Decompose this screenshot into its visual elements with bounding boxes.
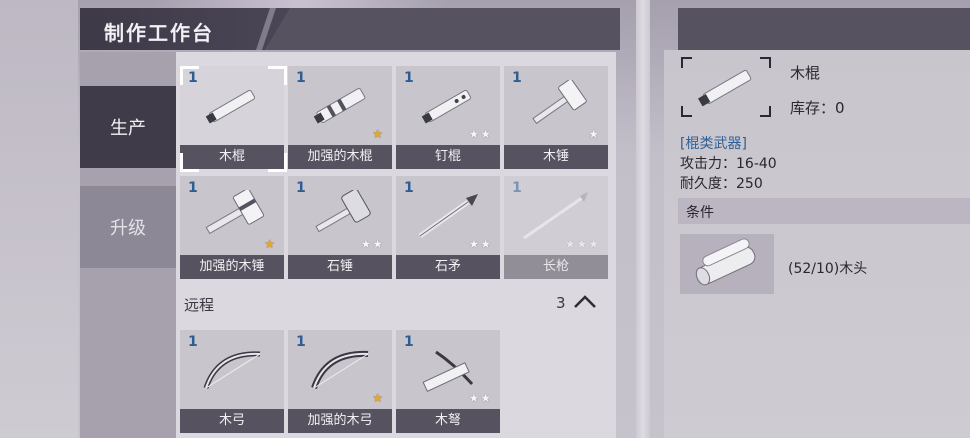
detail-item-frame xyxy=(681,57,771,117)
wood-log-icon xyxy=(695,238,756,286)
item-count: 1 xyxy=(404,334,414,350)
item-cell-reinforced-stick[interactable]: 1 ★ 加强的木棍 xyxy=(288,66,392,169)
condition-item-text: (52/10)木头 xyxy=(788,261,868,277)
ranged-section-header[interactable] xyxy=(176,288,616,318)
item-stars: ★ xyxy=(372,391,384,405)
item-stars: ★★★ xyxy=(564,237,600,251)
item-cell-wooden-crossbow[interactable]: 1 ★★ 木弩 xyxy=(396,330,500,433)
condition-label: 条件 xyxy=(686,205,714,221)
item-name: 木弩 xyxy=(396,409,500,433)
condition-header xyxy=(678,198,970,224)
item-stars: ★ xyxy=(264,237,276,251)
item-count: 1 xyxy=(404,180,414,196)
stone-spear-icon xyxy=(418,194,478,239)
item-name: 长枪 xyxy=(504,255,608,279)
item-stars: ★ xyxy=(372,127,384,141)
item-name: 加强的木锤 xyxy=(180,255,284,279)
section-count: 3 xyxy=(556,294,566,312)
stone-hammer-icon xyxy=(315,190,371,233)
item-stars: ★★ xyxy=(468,237,492,251)
item-cell-stone-spear[interactable]: 1 ★★ 石矛 xyxy=(396,176,500,279)
reinforced-stick-icon xyxy=(313,88,366,124)
item-cell-spiked-club[interactable]: 1 ★★ 钉棍 xyxy=(396,66,500,169)
item-name: 钉棍 xyxy=(396,145,500,169)
item-count: 1 xyxy=(188,334,198,350)
reinforced-bow-icon xyxy=(311,350,369,390)
item-count: 1 xyxy=(296,334,306,350)
item-stars: ★★ xyxy=(360,237,384,251)
spiked-club-icon xyxy=(421,89,472,124)
item-stars: ★★ xyxy=(468,127,492,141)
chevron-up-icon[interactable] xyxy=(572,292,598,312)
wooden-bow-icon xyxy=(203,351,261,389)
detail-attack: 攻击力：16-40 xyxy=(680,156,777,172)
item-name: 木弓 xyxy=(180,409,284,433)
selection-corner-br xyxy=(268,153,287,172)
wooden-stick-icon xyxy=(205,89,256,124)
item-count: 1 xyxy=(296,180,306,196)
tab-production[interactable]: 生产 xyxy=(80,86,176,168)
item-count: 1 xyxy=(512,180,522,196)
detail-category: [棍类武器] xyxy=(680,136,747,152)
detail-header xyxy=(678,8,970,50)
detail-item-name: 木棍 xyxy=(790,64,821,82)
condition-item-slot xyxy=(680,234,774,294)
item-cell-long-spear[interactable]: 1 ★★★ 长枪 xyxy=(504,176,608,279)
item-cell-reinforced-bow[interactable]: 1 ★ 加强的木弓 xyxy=(288,330,392,433)
item-count: 1 xyxy=(512,70,522,86)
item-name: 加强的木弓 xyxy=(288,409,392,433)
item-name: 石锤 xyxy=(288,255,392,279)
selection-corner-tl xyxy=(180,66,199,85)
selection-corner-tr xyxy=(268,66,287,85)
detail-durability: 耐久度：250 xyxy=(680,176,763,192)
item-name: 加强的木棍 xyxy=(288,145,392,169)
item-name: 石矛 xyxy=(396,255,500,279)
long-spear-icon xyxy=(523,192,588,240)
item-stars: ★ xyxy=(588,127,600,141)
wooden-crossbow-icon xyxy=(422,350,474,392)
item-stars: ★★ xyxy=(468,391,492,405)
panel-separator xyxy=(636,0,650,438)
section-label: 远程 xyxy=(184,296,215,314)
item-cell-stone-hammer[interactable]: 1 ★★ 石锤 xyxy=(288,176,392,279)
reinforced-hammer-icon xyxy=(205,190,265,235)
workbench-title: 制作工作台 xyxy=(104,21,214,45)
selection-corner-bl xyxy=(180,153,199,172)
detail-stock: 库存：0 xyxy=(790,99,845,117)
item-cell-wooden-bow[interactable]: 1 木弓 xyxy=(180,330,284,433)
item-name: 木锤 xyxy=(504,145,608,169)
tab-upgrade[interactable]: 升级 xyxy=(80,186,176,268)
wooden-hammer-icon xyxy=(532,80,587,125)
item-count: 1 xyxy=(296,70,306,86)
item-cell-reinforced-hammer[interactable]: 1 ★ 加强的木锤 xyxy=(180,176,284,279)
background-left-strip xyxy=(0,0,78,438)
item-cell-wooden-hammer[interactable]: 1 ★ 木锤 xyxy=(504,66,608,169)
item-count: 1 xyxy=(404,70,414,86)
item-count: 1 xyxy=(188,180,198,196)
wooden-stick-icon xyxy=(698,69,752,107)
